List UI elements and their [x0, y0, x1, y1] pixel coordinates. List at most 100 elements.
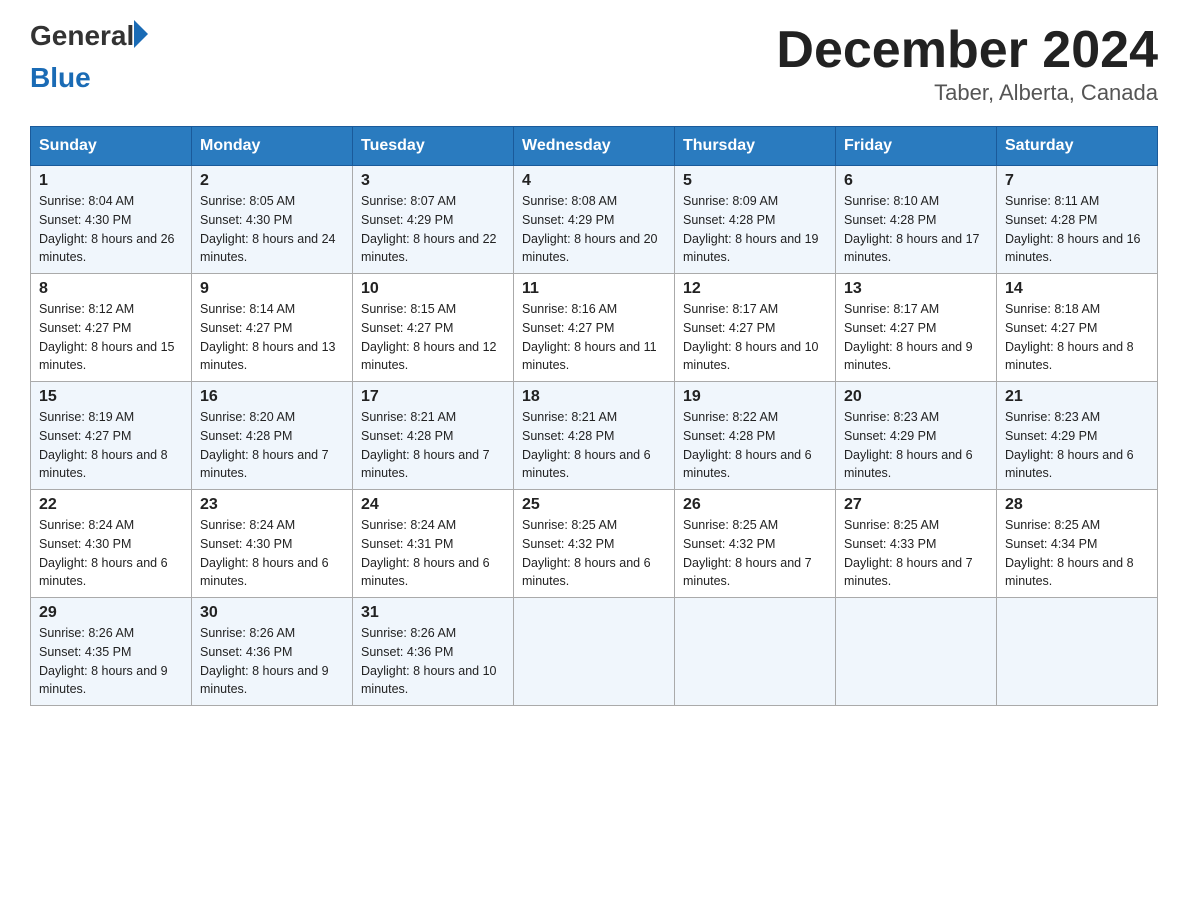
day-info: Sunrise: 8:17 AMSunset: 4:27 PMDaylight:…	[683, 302, 819, 372]
calendar-cell: 13 Sunrise: 8:17 AMSunset: 4:27 PMDaylig…	[836, 274, 997, 382]
day-number: 2	[200, 172, 344, 190]
calendar-table: SundayMondayTuesdayWednesdayThursdayFrid…	[30, 126, 1158, 706]
logo-general-text: General	[30, 20, 134, 52]
day-number: 5	[683, 172, 827, 190]
calendar-cell: 27 Sunrise: 8:25 AMSunset: 4:33 PMDaylig…	[836, 490, 997, 598]
day-number: 9	[200, 280, 344, 298]
day-info: Sunrise: 8:18 AMSunset: 4:27 PMDaylight:…	[1005, 302, 1134, 372]
calendar-cell	[675, 598, 836, 706]
day-info: Sunrise: 8:20 AMSunset: 4:28 PMDaylight:…	[200, 410, 329, 480]
calendar-cell	[514, 598, 675, 706]
calendar-cell	[997, 598, 1158, 706]
calendar-cell: 26 Sunrise: 8:25 AMSunset: 4:32 PMDaylig…	[675, 490, 836, 598]
calendar-cell: 3 Sunrise: 8:07 AMSunset: 4:29 PMDayligh…	[353, 166, 514, 274]
day-number: 30	[200, 604, 344, 622]
day-info: Sunrise: 8:26 AMSunset: 4:35 PMDaylight:…	[39, 626, 168, 696]
day-info: Sunrise: 8:24 AMSunset: 4:30 PMDaylight:…	[39, 518, 168, 588]
day-number: 15	[39, 388, 183, 406]
day-number: 24	[361, 496, 505, 514]
day-info: Sunrise: 8:26 AMSunset: 4:36 PMDaylight:…	[200, 626, 329, 696]
calendar-cell: 4 Sunrise: 8:08 AMSunset: 4:29 PMDayligh…	[514, 166, 675, 274]
day-number: 13	[844, 280, 988, 298]
day-number: 3	[361, 172, 505, 190]
day-number: 19	[683, 388, 827, 406]
day-number: 8	[39, 280, 183, 298]
day-number: 28	[1005, 496, 1149, 514]
day-info: Sunrise: 8:26 AMSunset: 4:36 PMDaylight:…	[361, 626, 497, 696]
day-number: 16	[200, 388, 344, 406]
day-info: Sunrise: 8:19 AMSunset: 4:27 PMDaylight:…	[39, 410, 168, 480]
location-subtitle: Taber, Alberta, Canada	[776, 80, 1158, 106]
column-header-monday: Monday	[192, 127, 353, 166]
day-number: 14	[1005, 280, 1149, 298]
logo: General Blue	[30, 20, 148, 94]
calendar-cell: 2 Sunrise: 8:05 AMSunset: 4:30 PMDayligh…	[192, 166, 353, 274]
calendar-cell: 16 Sunrise: 8:20 AMSunset: 4:28 PMDaylig…	[192, 382, 353, 490]
day-info: Sunrise: 8:17 AMSunset: 4:27 PMDaylight:…	[844, 302, 973, 372]
day-info: Sunrise: 8:25 AMSunset: 4:33 PMDaylight:…	[844, 518, 973, 588]
calendar-cell: 6 Sunrise: 8:10 AMSunset: 4:28 PMDayligh…	[836, 166, 997, 274]
column-header-tuesday: Tuesday	[353, 127, 514, 166]
calendar-cell: 8 Sunrise: 8:12 AMSunset: 4:27 PMDayligh…	[31, 274, 192, 382]
day-number: 21	[1005, 388, 1149, 406]
day-number: 27	[844, 496, 988, 514]
column-header-saturday: Saturday	[997, 127, 1158, 166]
day-number: 4	[522, 172, 666, 190]
page-header: General Blue December 2024 Taber, Albert…	[30, 20, 1158, 106]
day-info: Sunrise: 8:25 AMSunset: 4:34 PMDaylight:…	[1005, 518, 1134, 588]
day-info: Sunrise: 8:24 AMSunset: 4:30 PMDaylight:…	[200, 518, 329, 588]
calendar-cell: 10 Sunrise: 8:15 AMSunset: 4:27 PMDaylig…	[353, 274, 514, 382]
calendar-cell: 21 Sunrise: 8:23 AMSunset: 4:29 PMDaylig…	[997, 382, 1158, 490]
calendar-cell: 28 Sunrise: 8:25 AMSunset: 4:34 PMDaylig…	[997, 490, 1158, 598]
day-info: Sunrise: 8:14 AMSunset: 4:27 PMDaylight:…	[200, 302, 336, 372]
title-section: December 2024 Taber, Alberta, Canada	[776, 20, 1158, 106]
calendar-cell: 22 Sunrise: 8:24 AMSunset: 4:30 PMDaylig…	[31, 490, 192, 598]
column-header-thursday: Thursday	[675, 127, 836, 166]
calendar-cell: 30 Sunrise: 8:26 AMSunset: 4:36 PMDaylig…	[192, 598, 353, 706]
day-number: 12	[683, 280, 827, 298]
day-number: 26	[683, 496, 827, 514]
calendar-cell: 1 Sunrise: 8:04 AMSunset: 4:30 PMDayligh…	[31, 166, 192, 274]
day-info: Sunrise: 8:22 AMSunset: 4:28 PMDaylight:…	[683, 410, 812, 480]
week-row-3: 15 Sunrise: 8:19 AMSunset: 4:27 PMDaylig…	[31, 382, 1158, 490]
calendar-cell: 31 Sunrise: 8:26 AMSunset: 4:36 PMDaylig…	[353, 598, 514, 706]
day-number: 1	[39, 172, 183, 190]
calendar-cell: 18 Sunrise: 8:21 AMSunset: 4:28 PMDaylig…	[514, 382, 675, 490]
day-number: 23	[200, 496, 344, 514]
day-number: 7	[1005, 172, 1149, 190]
day-info: Sunrise: 8:16 AMSunset: 4:27 PMDaylight:…	[522, 302, 657, 372]
day-info: Sunrise: 8:04 AMSunset: 4:30 PMDaylight:…	[39, 194, 175, 264]
column-header-wednesday: Wednesday	[514, 127, 675, 166]
calendar-cell: 17 Sunrise: 8:21 AMSunset: 4:28 PMDaylig…	[353, 382, 514, 490]
day-number: 25	[522, 496, 666, 514]
day-info: Sunrise: 8:07 AMSunset: 4:29 PMDaylight:…	[361, 194, 497, 264]
day-number: 31	[361, 604, 505, 622]
calendar-cell: 25 Sunrise: 8:25 AMSunset: 4:32 PMDaylig…	[514, 490, 675, 598]
day-info: Sunrise: 8:25 AMSunset: 4:32 PMDaylight:…	[683, 518, 812, 588]
logo-blue-text: Blue	[30, 62, 148, 94]
day-info: Sunrise: 8:12 AMSunset: 4:27 PMDaylight:…	[39, 302, 175, 372]
day-info: Sunrise: 8:25 AMSunset: 4:32 PMDaylight:…	[522, 518, 651, 588]
day-number: 17	[361, 388, 505, 406]
week-row-1: 1 Sunrise: 8:04 AMSunset: 4:30 PMDayligh…	[31, 166, 1158, 274]
column-header-sunday: Sunday	[31, 127, 192, 166]
day-info: Sunrise: 8:08 AMSunset: 4:29 PMDaylight:…	[522, 194, 658, 264]
calendar-cell: 15 Sunrise: 8:19 AMSunset: 4:27 PMDaylig…	[31, 382, 192, 490]
day-info: Sunrise: 8:11 AMSunset: 4:28 PMDaylight:…	[1005, 194, 1141, 264]
month-year-title: December 2024	[776, 20, 1158, 80]
day-number: 29	[39, 604, 183, 622]
column-header-friday: Friday	[836, 127, 997, 166]
calendar-cell: 7 Sunrise: 8:11 AMSunset: 4:28 PMDayligh…	[997, 166, 1158, 274]
day-number: 10	[361, 280, 505, 298]
calendar-cell: 20 Sunrise: 8:23 AMSunset: 4:29 PMDaylig…	[836, 382, 997, 490]
logo-arrow-icon	[134, 20, 148, 48]
week-row-2: 8 Sunrise: 8:12 AMSunset: 4:27 PMDayligh…	[31, 274, 1158, 382]
day-info: Sunrise: 8:10 AMSunset: 4:28 PMDaylight:…	[844, 194, 980, 264]
calendar-cell: 19 Sunrise: 8:22 AMSunset: 4:28 PMDaylig…	[675, 382, 836, 490]
calendar-header-row: SundayMondayTuesdayWednesdayThursdayFrid…	[31, 127, 1158, 166]
day-info: Sunrise: 8:15 AMSunset: 4:27 PMDaylight:…	[361, 302, 497, 372]
day-info: Sunrise: 8:21 AMSunset: 4:28 PMDaylight:…	[361, 410, 490, 480]
calendar-cell: 12 Sunrise: 8:17 AMSunset: 4:27 PMDaylig…	[675, 274, 836, 382]
day-info: Sunrise: 8:23 AMSunset: 4:29 PMDaylight:…	[1005, 410, 1134, 480]
day-info: Sunrise: 8:05 AMSunset: 4:30 PMDaylight:…	[200, 194, 336, 264]
